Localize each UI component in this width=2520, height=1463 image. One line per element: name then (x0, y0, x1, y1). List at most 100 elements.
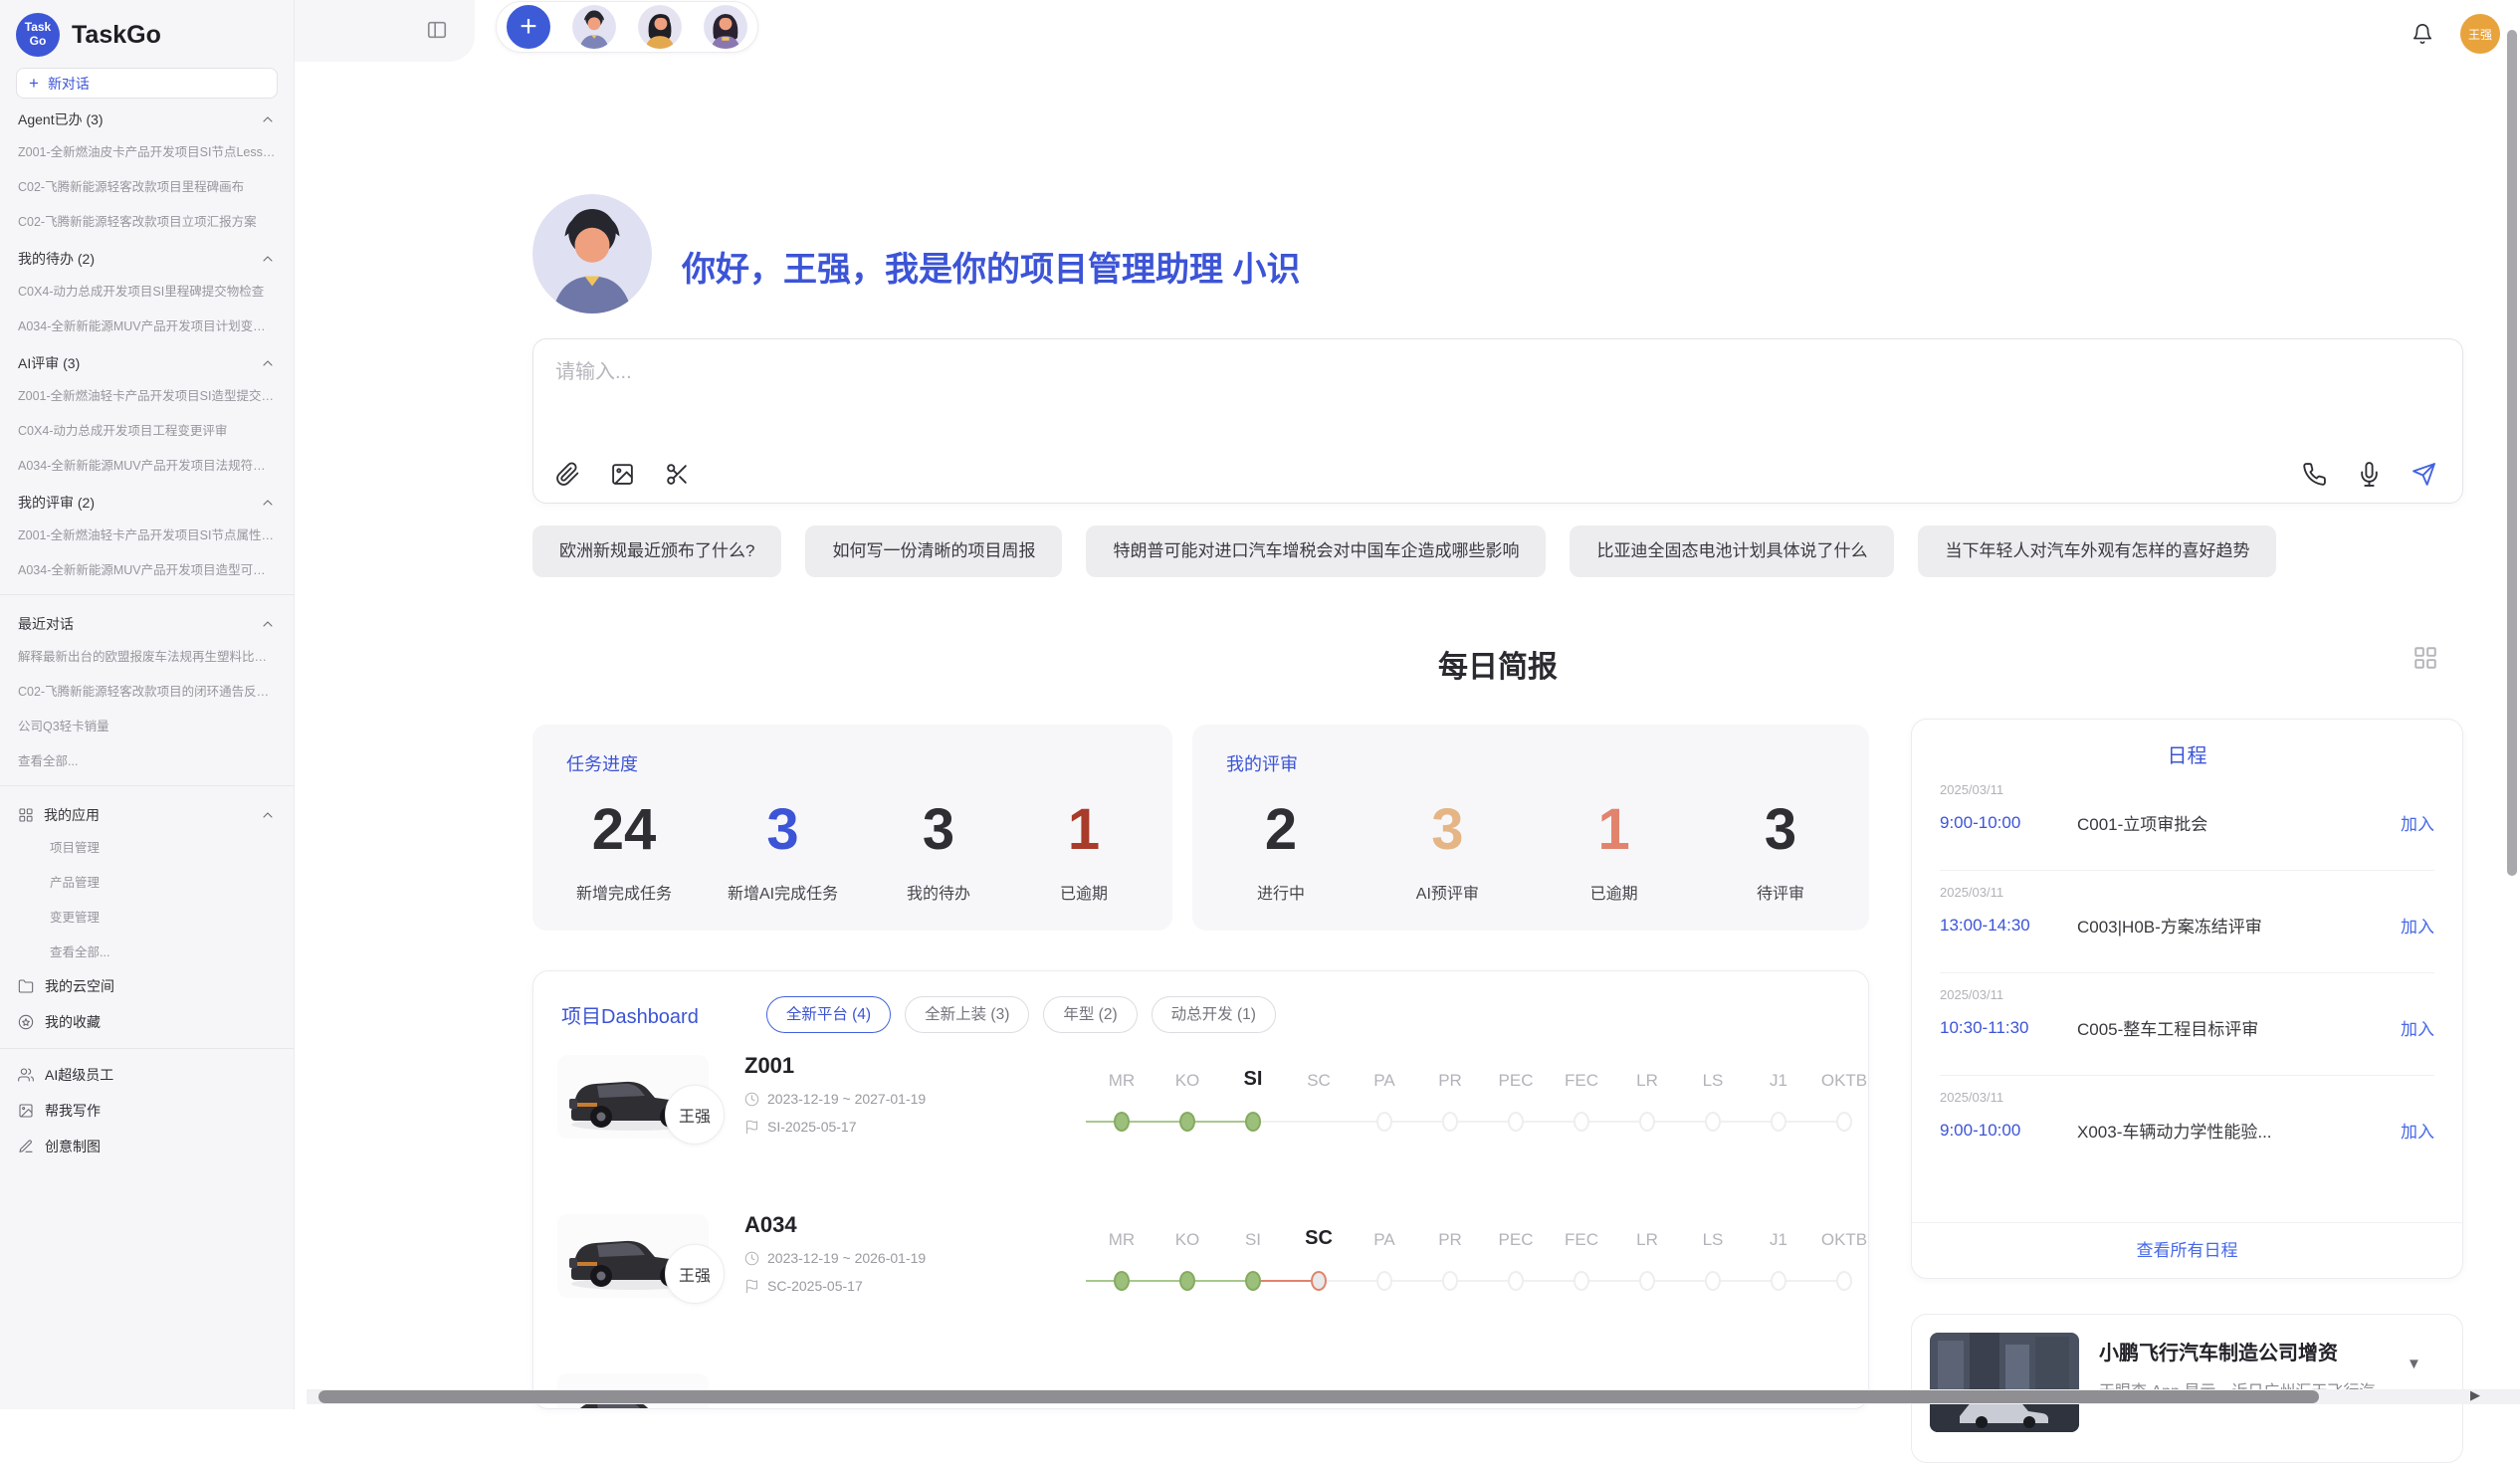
folder-icon (18, 978, 34, 994)
schedule-time: 9:00-10:00 (1940, 813, 2077, 833)
project-node: SI-2025-05-17 (767, 1119, 857, 1135)
sidebar-item-cloud-space[interactable]: 我的云空间 (16, 968, 278, 1004)
view-all-apps[interactable]: 查看全部... (16, 934, 278, 968)
milestone-track: MR KO SI SC PA PR PEC FEC LR LS J1 OKTB (1086, 1216, 1844, 1336)
send-icon[interactable] (2412, 462, 2436, 487)
user-avatar[interactable]: 王强 (2460, 14, 2500, 54)
stat-review-overdue: 1 已逾期 (1570, 798, 1659, 904)
suggestion-chip[interactable]: 比亚迪全固态电池计划具体说了什么 (1570, 525, 1894, 577)
filter-tab-upfit[interactable]: 全新上装 (3) (905, 996, 1029, 1033)
sidebar-item-project-mgmt[interactable]: 项目管理 (16, 829, 278, 864)
stat-overdue: 1 已逾期 (1039, 798, 1129, 904)
scissors-icon[interactable] (665, 462, 690, 487)
list-item[interactable]: Z001-全新燃油轻卡产品开发项目SI节点属性5D文件评审 (16, 517, 278, 551)
list-item[interactable]: C02-飞腾新能源轻客改款项目里程碑画布 (16, 168, 278, 203)
milestone-label: MR (1109, 1230, 1135, 1250)
app-title: TaskGo (72, 21, 278, 50)
join-link[interactable]: 加入 (2401, 913, 2434, 938)
milestone-label: KO (1175, 1230, 1200, 1250)
join-link[interactable]: 加入 (2401, 1118, 2434, 1143)
milestone-dot (1639, 1271, 1655, 1291)
list-item[interactable]: C02-飞腾新能源轻客改款项目的闭环通告反馈情况 (16, 673, 278, 708)
layout-grid-icon[interactable] (2413, 645, 2438, 671)
milestone-label: SI (1245, 1230, 1261, 1250)
users-icon (18, 1067, 34, 1083)
project-row[interactable]: 王强 Z001 2023-12-19 ~ 2027-01-19 SI-2025-… (533, 1041, 1868, 1200)
sidebar-item-ai-employee[interactable]: AI超级员工 (16, 1057, 278, 1093)
view-all-schedule-link[interactable]: 查看所有日程 (1912, 1222, 2462, 1278)
sidebar-item-favorites[interactable]: 我的收藏 (16, 1004, 278, 1040)
phone-call-icon[interactable] (2302, 462, 2327, 487)
list-item[interactable]: Z001-全新燃油皮卡产品开发项目SI节点Lesson Learn报告 (16, 133, 278, 168)
sidebar-item-help-write[interactable]: 帮我写作 (16, 1093, 278, 1129)
milestone-label: FEC (1565, 1071, 1598, 1091)
milestone-dot (1836, 1271, 1852, 1291)
suggestion-chip[interactable]: 欧洲新规最近颁布了什么? (532, 525, 781, 577)
news-card[interactable]: 小鹏飞行汽车制造公司增资 天眼查 App 显示，近日广州汇天飞行汽... (1911, 1314, 2463, 1463)
attachment-icon[interactable] (555, 462, 580, 487)
schedule-name: X003-车辆动力学性能验... (2077, 1118, 2401, 1143)
section-ai-review[interactable]: AI评审 (3) (16, 342, 278, 377)
main-area: + 王强 你好，王强，我是你的项目管理助理 小识 欧洲新规最近颁布了什么? (295, 0, 2520, 1409)
sidebar-collapse-button[interactable] (426, 19, 448, 41)
microphone-icon[interactable] (2357, 462, 2382, 487)
horizontal-scrollbar[interactable] (318, 1390, 2319, 1403)
join-link[interactable]: 加入 (2401, 1015, 2434, 1040)
notification-bell-icon[interactable] (2412, 23, 2433, 45)
project-date-range: 2023-12-19 ~ 2026-01-19 (767, 1250, 926, 1266)
list-item[interactable]: 解释最新出台的欧盟报废车法规再生塑料比例被调至15%... (16, 638, 278, 673)
list-item[interactable]: Z001-全新燃油轻卡产品开发项目SI造型提交物评审 (16, 377, 278, 412)
suggestion-chip[interactable]: 当下年轻人对汽车外观有怎样的喜好趋势 (1918, 525, 2276, 577)
section-my-todo[interactable]: 我的待办 (2) (16, 238, 278, 273)
schedule-item: 2025/03/11 13:00-14:30 C003|H0B-方案冻结评审 加… (1940, 871, 2434, 973)
new-chat-button[interactable]: + 新对话 (16, 68, 278, 99)
milestone-label: PEC (1499, 1071, 1534, 1091)
list-item[interactable]: A034-全新新能源MUV产品开发项目造型可行性评审 (16, 551, 278, 586)
sidebar-item-product-mgmt[interactable]: 产品管理 (16, 864, 278, 899)
suggestion-chip[interactable]: 特朗普可能对进口汽车增税会对中国车企造成哪些影响 (1086, 525, 1546, 577)
sidebar-item-change-mgmt[interactable]: 变更管理 (16, 899, 278, 934)
image-icon (18, 1103, 34, 1119)
task-progress-card: 任务进度 24 新增完成任务 3 新增AI完成任务 3 我的待办 1 已逾期 (532, 725, 1172, 931)
section-recent-chats[interactable]: 最近对话 (16, 603, 278, 638)
milestone-label: FEC (1565, 1230, 1598, 1250)
filter-tab-platform[interactable]: 全新平台 (4) (766, 996, 891, 1033)
section-my-apps[interactable]: 我的应用 (16, 794, 278, 829)
milestone-label: PR (1438, 1230, 1462, 1250)
my-review-card: 我的评审 2 进行中 3 AI预评审 1 已逾期 3 待评审 (1192, 725, 1869, 931)
filter-tab-powertrain[interactable]: 动总开发 (1) (1152, 996, 1276, 1033)
project-row[interactable]: 王强 A034 2023-12-19 ~ 2026-01-19 SC-2025-… (533, 1200, 1868, 1359)
schedule-name: C005-整车工程目标评审 (2077, 1015, 2401, 1040)
vertical-scrollbar[interactable] (2507, 30, 2517, 876)
schedule-time: 13:00-14:30 (1940, 916, 2077, 936)
sidebar-item-creative-draw[interactable]: 创意制图 (16, 1129, 278, 1164)
list-item[interactable]: A034-全新新能源MUV产品开发项目法规符合性评审 (16, 447, 278, 482)
section-my-review[interactable]: 我的评审 (2) (16, 482, 278, 517)
agent-avatar[interactable] (572, 5, 616, 49)
agent-avatar[interactable] (638, 5, 682, 49)
view-all-chats[interactable]: 查看全部... (16, 742, 278, 777)
owner-badge: 王强 (665, 1244, 725, 1304)
schedule-name: C003|H0B-方案冻结评审 (2077, 913, 2401, 938)
list-item[interactable]: C02-飞腾新能源轻客改款项目立项汇报方案 (16, 203, 278, 238)
list-item[interactable]: A034-全新新能源MUV产品开发项目计划变更表编写 (16, 308, 278, 342)
stat-in-progress: 2 进行中 (1236, 798, 1326, 904)
milestone-label: LS (1703, 1230, 1724, 1250)
agent-avatar[interactable] (704, 5, 747, 49)
scroll-right-arrow[interactable]: ▶ (2470, 1387, 2480, 1403)
suggestion-chip[interactable]: 如何写一份清晰的项目周报 (805, 525, 1062, 577)
list-item[interactable]: C0X4-动力总成开发项目工程变更评审 (16, 412, 278, 447)
list-item[interactable]: C0X4-动力总成开发项目SI里程碑提交物检查 (16, 273, 278, 308)
add-agent-button[interactable]: + (507, 5, 550, 49)
list-item[interactable]: 公司Q3轻卡销量 (16, 708, 278, 742)
app-logo: TaskGo (16, 13, 60, 57)
scroll-down-indicator[interactable]: ▼ (2407, 1356, 2421, 1372)
chat-input[interactable] (555, 355, 2440, 421)
stat-new-done: 24 新增完成任务 (576, 798, 672, 904)
filter-tab-modelyear[interactable]: 年型 (2) (1043, 996, 1137, 1033)
join-link[interactable]: 加入 (2401, 810, 2434, 835)
section-agent-done[interactable]: Agent已办 (3) (16, 99, 278, 133)
schedule-name: C001-立项审批会 (2077, 810, 2401, 835)
image-upload-icon[interactable] (610, 462, 635, 487)
schedule-item: 2025/03/11 9:00-10:00 X003-车辆动力学性能验... 加… (1940, 1076, 2434, 1178)
